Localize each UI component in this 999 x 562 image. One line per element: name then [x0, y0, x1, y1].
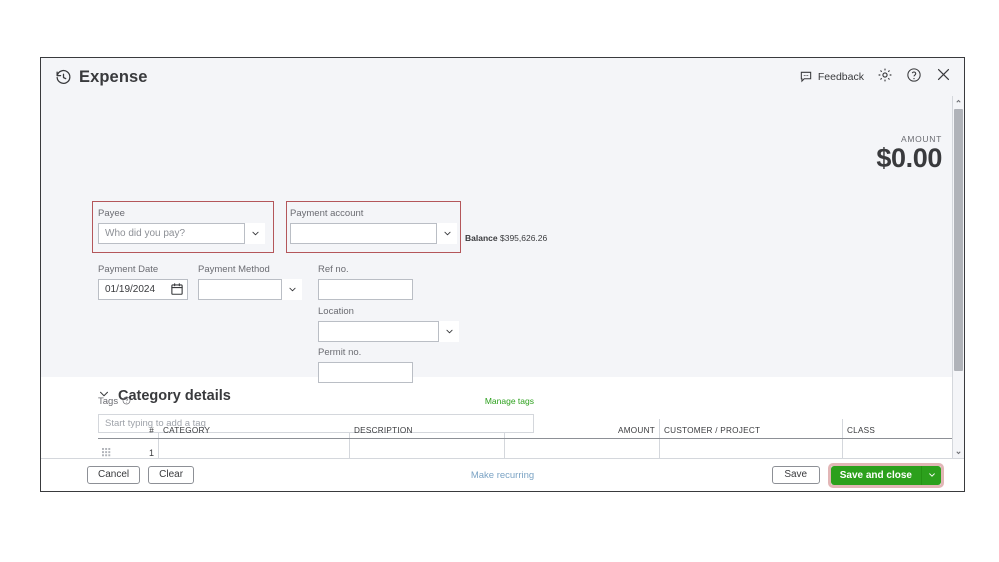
payment-method-label: Payment Method — [198, 264, 302, 275]
tags-header: Tags Manage tags — [98, 392, 534, 410]
row-customer-cell[interactable] — [660, 439, 843, 459]
expense-form: AMOUNT $0.00 Payee Payment accoun — [41, 96, 964, 377]
row-amount-cell[interactable] — [505, 439, 660, 459]
gear-icon[interactable] — [877, 67, 893, 88]
th-customer-project: CUSTOMER / PROJECT — [660, 419, 843, 439]
close-x-icon[interactable] — [935, 66, 952, 88]
ref-no-field-group: Ref no. — [318, 264, 413, 300]
calendar-icon[interactable] — [170, 282, 184, 296]
th-category: CATEGORY — [159, 419, 350, 439]
location-dropdown-arrow[interactable] — [438, 321, 459, 342]
tags-help-circle-icon[interactable] — [118, 392, 131, 410]
amount-display: AMOUNT $0.00 — [876, 134, 942, 172]
row-class-cell[interactable] — [843, 439, 965, 459]
dialog-footer: Cancel Clear Make recurring Save Save an… — [41, 458, 964, 491]
page-title: Expense — [79, 68, 148, 87]
expense-dialog: Expense Feedback — [40, 57, 965, 492]
scrollbar-thumb[interactable] — [954, 109, 963, 371]
dialog-title-group: Expense — [55, 68, 148, 87]
feedback-chat-icon — [799, 70, 813, 84]
permit-no-field-group: Permit no. — [318, 347, 413, 383]
payee-field-group: Payee — [98, 208, 265, 244]
row-number: 1 — [128, 439, 159, 459]
vertical-scrollbar[interactable] — [952, 96, 964, 458]
cancel-button[interactable]: Cancel — [87, 466, 140, 484]
payment-date-label: Payment Date — [98, 264, 188, 275]
balance-value: $395,626.26 — [500, 233, 547, 243]
ref-no-input[interactable] — [318, 279, 413, 300]
payment-account-combobox[interactable] — [290, 223, 457, 244]
location-field-group: Location — [318, 306, 459, 342]
table-body: 1 — [98, 439, 964, 459]
payment-account-label: Payment account — [290, 208, 457, 219]
table-header-row: # CATEGORY DESCRIPTION AMOUNT CUSTOMER /… — [98, 419, 964, 439]
dialog-body: AMOUNT $0.00 Payee Payment accoun — [41, 96, 964, 458]
scroll-down-arrow-icon[interactable] — [953, 447, 964, 458]
th-amount: AMOUNT — [505, 419, 660, 439]
payee-dropdown-arrow[interactable] — [244, 223, 265, 244]
permit-no-input[interactable] — [318, 362, 413, 383]
payee-input[interactable] — [98, 223, 265, 244]
payment-account-field-group: Payment account — [290, 208, 457, 244]
footer-right-actions: Save Save and close — [772, 463, 952, 488]
row-category-cell[interactable] — [159, 439, 350, 459]
category-details-table: # CATEGORY DESCRIPTION AMOUNT CUSTOMER /… — [98, 419, 964, 458]
th-number: # — [128, 419, 159, 439]
clear-button[interactable]: Clear — [148, 466, 194, 484]
tags-label: Tags — [98, 396, 118, 407]
drag-handle-icon[interactable] — [102, 449, 111, 459]
payment-method-dropdown-arrow[interactable] — [281, 279, 302, 300]
scroll-up-arrow-icon[interactable] — [953, 96, 964, 107]
permit-no-label: Permit no. — [318, 347, 413, 358]
manage-tags-link[interactable]: Manage tags — [485, 396, 534, 406]
save-and-close-chevron-icon[interactable] — [922, 466, 941, 485]
history-clock-icon[interactable] — [55, 69, 72, 86]
payee-combobox[interactable] — [98, 223, 265, 244]
save-and-close-group: Save and close — [828, 463, 944, 488]
payment-account-dropdown-arrow[interactable] — [436, 223, 457, 244]
payee-label: Payee — [98, 208, 265, 219]
payment-date-wrapper — [98, 279, 188, 300]
th-description: DESCRIPTION — [350, 419, 505, 439]
dialog-header: Expense Feedback — [41, 58, 964, 96]
help-circle-icon[interactable] — [906, 67, 922, 88]
payment-account-input[interactable] — [290, 223, 457, 244]
row-description-cell[interactable] — [350, 439, 505, 459]
payment-method-field-group: Payment Method — [198, 264, 302, 300]
payment-date-field-group: Payment Date — [98, 264, 188, 300]
feedback-label: Feedback — [818, 71, 864, 83]
amount-value: $0.00 — [876, 145, 942, 172]
th-handle — [98, 419, 128, 439]
header-actions: Feedback — [799, 66, 952, 88]
location-label: Location — [318, 306, 459, 317]
feedback-button[interactable]: Feedback — [799, 70, 864, 84]
balance-label: Balance — [465, 233, 498, 243]
row-drag-handle-cell[interactable] — [98, 439, 128, 459]
save-button[interactable]: Save — [772, 466, 820, 484]
save-and-close-button[interactable]: Save and close — [831, 466, 922, 485]
th-class: CLASS — [843, 419, 965, 439]
table-row[interactable]: 1 — [98, 439, 964, 459]
make-recurring-link[interactable]: Make recurring — [471, 470, 534, 481]
ref-no-label: Ref no. — [318, 264, 413, 275]
payment-method-combobox[interactable] — [198, 279, 302, 300]
location-combobox[interactable] — [318, 321, 459, 342]
account-balance: Balance $395,626.26 — [465, 233, 547, 243]
